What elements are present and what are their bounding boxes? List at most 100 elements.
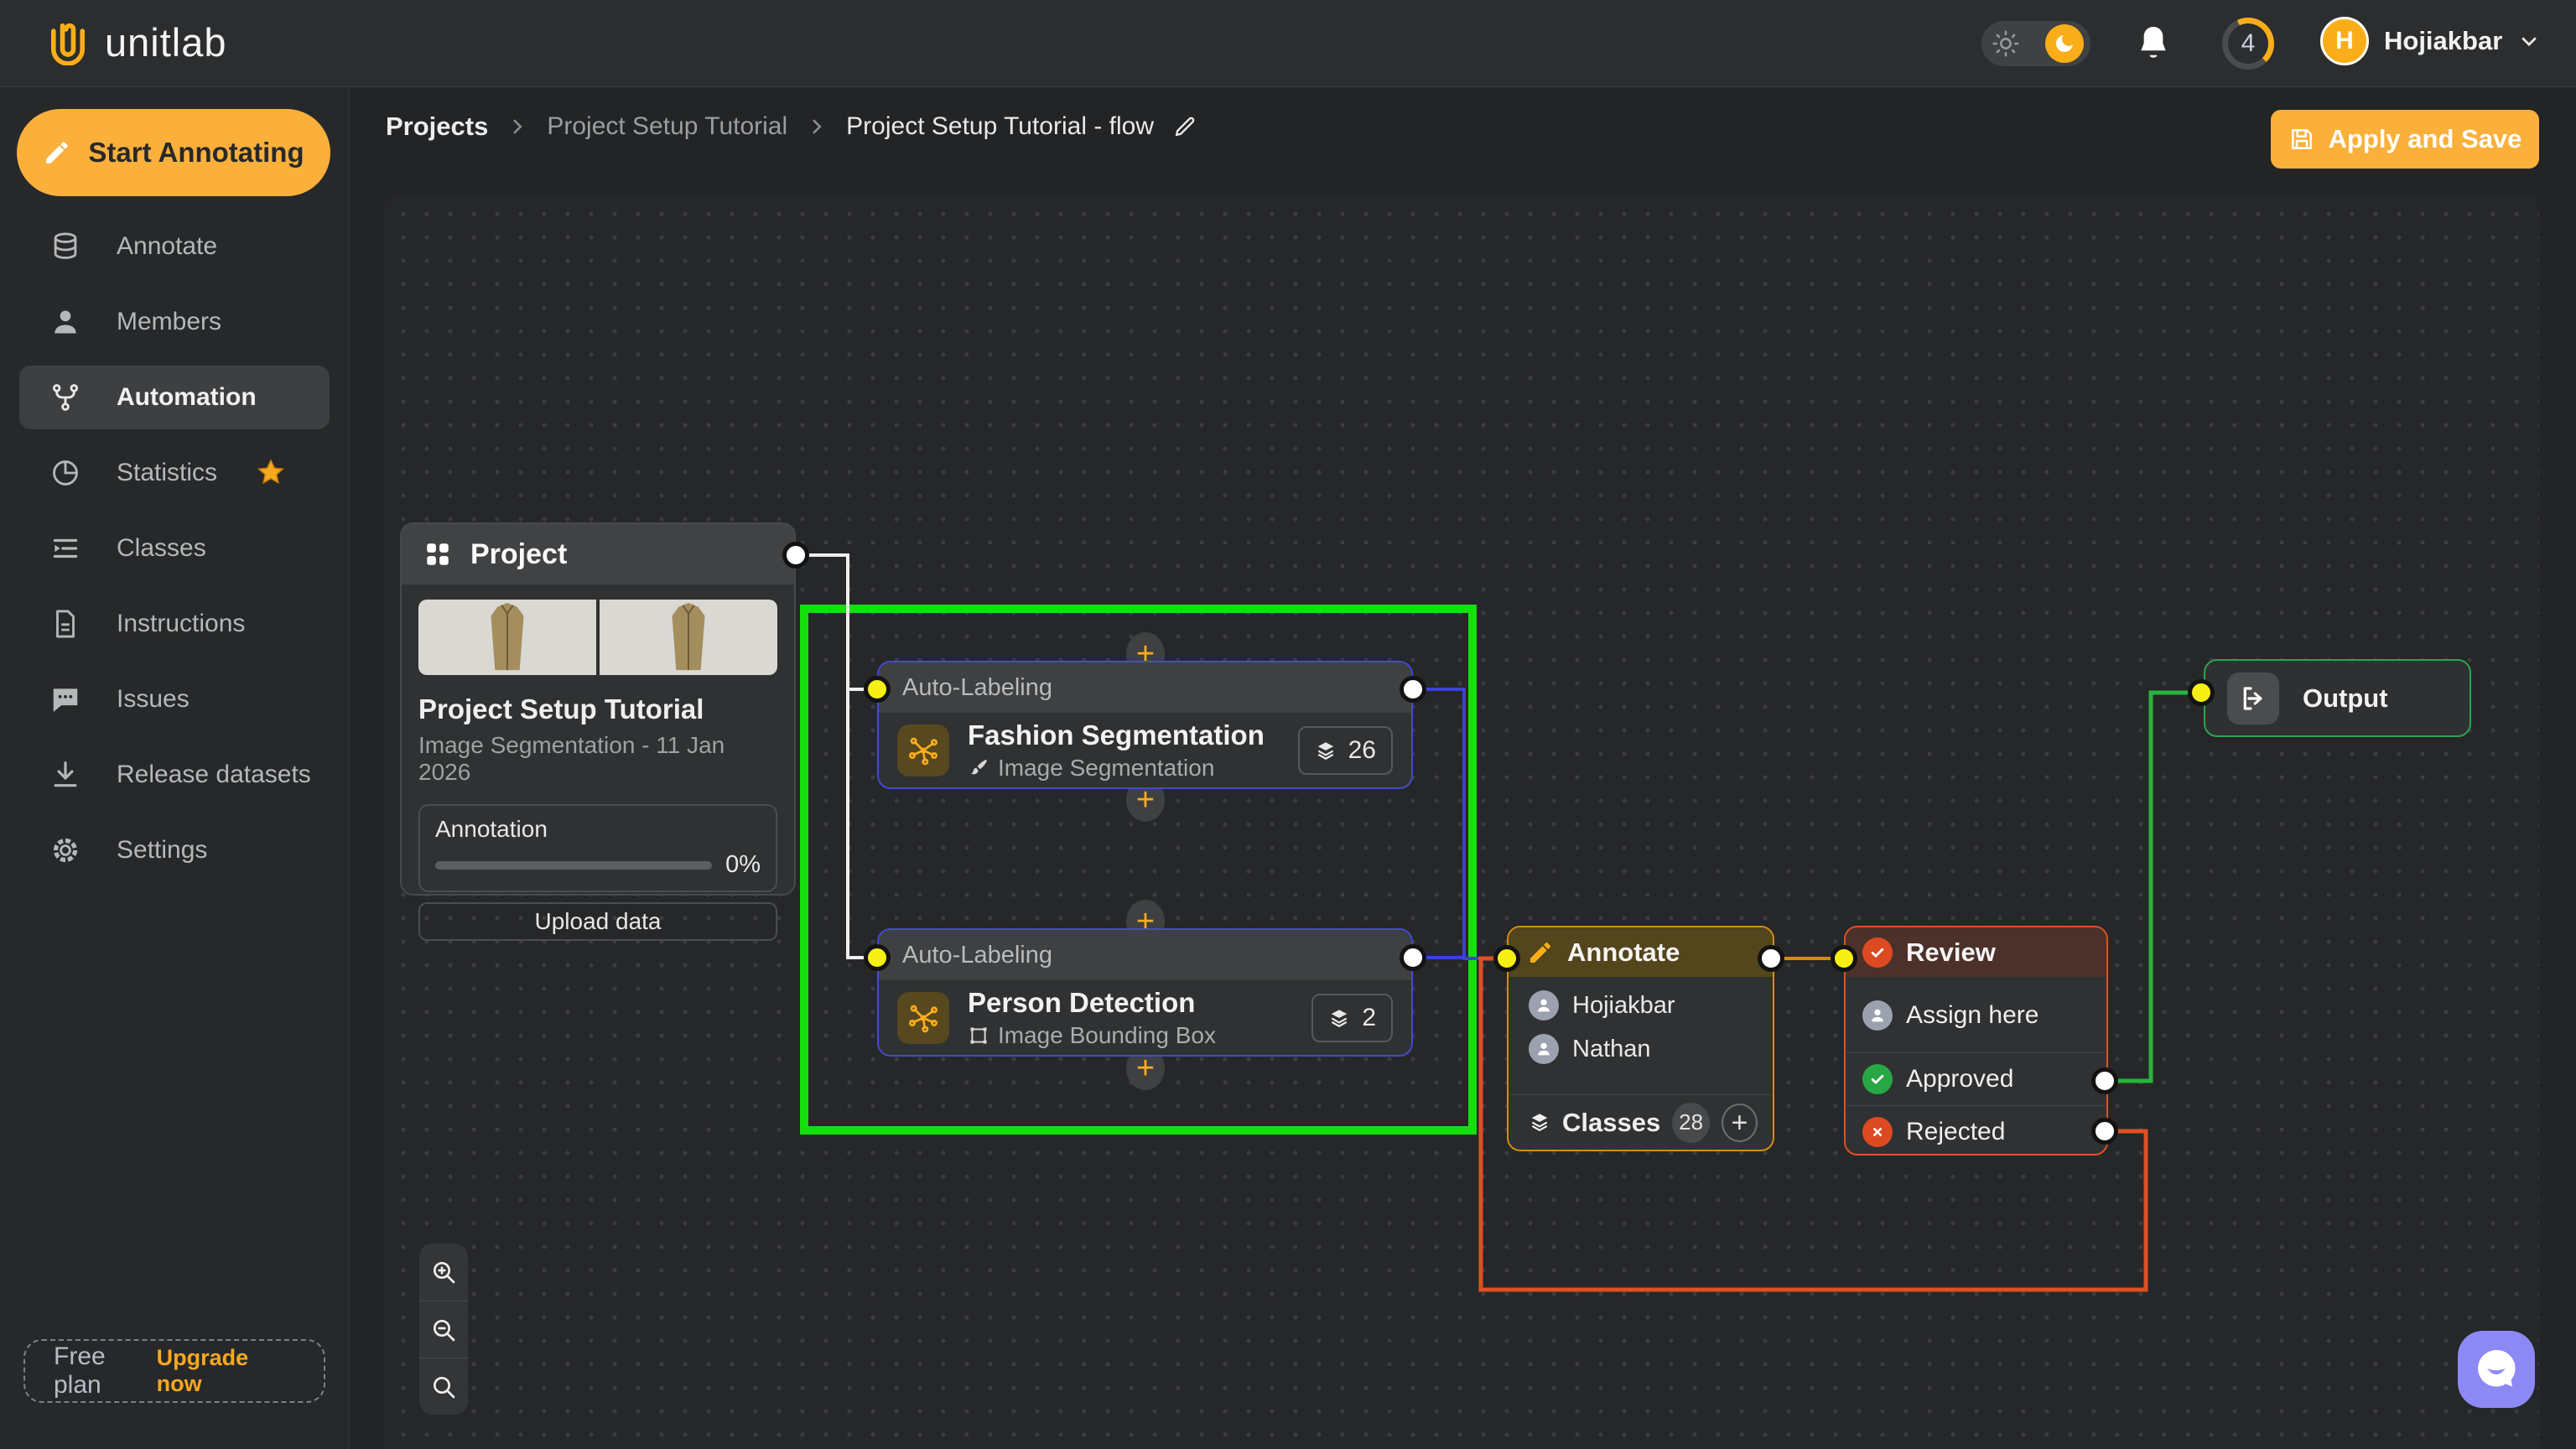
chat-bubble-icon (49, 683, 81, 715)
grid-icon (423, 540, 452, 569)
layers-icon (1315, 740, 1337, 761)
notification-bell-icon[interactable] (2135, 23, 2172, 64)
model-title: Fashion Segmentation (968, 719, 1265, 751)
rejected-label: Rejected (1906, 1118, 2005, 1146)
annotate-node-title: Annotate (1567, 937, 1680, 968)
sidebar-item-members[interactable]: Members (19, 290, 330, 354)
start-annotating-button[interactable]: Start Annotating (17, 109, 330, 196)
sidebar-item-settings[interactable]: Settings (19, 818, 330, 882)
port-fashion-out[interactable] (1400, 676, 1426, 703)
logo[interactable]: unitlab (46, 18, 227, 65)
breadcrumb-current: Project Setup Tutorial - flow (846, 112, 1154, 141)
review-check-icon (1862, 937, 1893, 968)
port-output-in[interactable] (2188, 679, 2215, 706)
apply-and-save-label: Apply and Save (2329, 124, 2522, 154)
user-name: Hojiakbar (2384, 26, 2502, 56)
sidebar-item-label: Instructions (117, 610, 245, 638)
download-icon (49, 759, 81, 791)
auto-labeling-node-fashion[interactable]: Auto-Labeling Fashion Segmentation Image… (877, 661, 1413, 789)
port-project-out[interactable] (782, 542, 809, 569)
model-title: Person Detection (968, 987, 1216, 1019)
avatar: H (2320, 17, 2369, 65)
document-icon (49, 608, 81, 640)
classes-count-badge[interactable]: 26 (1298, 726, 1393, 775)
plan-label: Free plan (54, 1343, 157, 1400)
port-person-out[interactable] (1400, 944, 1426, 971)
port-rejected-out[interactable] (2091, 1118, 2118, 1145)
auto-labeling-node-person[interactable]: Auto-Labeling Person Detection Image Bou… (877, 928, 1413, 1057)
sidebar-item-automation[interactable]: Automation (19, 366, 330, 429)
breadcrumb-project[interactable]: Project Setup Tutorial (547, 112, 787, 141)
model-type: Image Segmentation (998, 755, 1214, 782)
assign-row[interactable]: Assign here (1846, 989, 2106, 1042)
progress-bar (435, 861, 712, 870)
sidebar-item-classes[interactable]: Classes (19, 517, 330, 580)
list-icon (49, 532, 81, 564)
port-review-in[interactable] (1831, 945, 1857, 972)
sidebar-item-label: Automation (117, 383, 257, 412)
project-meta: Image Segmentation - 11 Jan 2026 (418, 732, 777, 786)
port-fashion-in[interactable] (864, 676, 891, 703)
sidebar-item-statistics[interactable]: Statistics (19, 441, 330, 505)
output-node[interactable]: Output (2204, 659, 2471, 737)
edit-flow-name-icon[interactable] (1172, 114, 1197, 139)
sidebar-item-annotate[interactable]: Annotate (19, 215, 330, 278)
project-node-title: Project (470, 538, 567, 571)
review-node[interactable]: Review Assign here Approved Rejected (1844, 926, 2108, 1156)
pencil-icon (1527, 939, 1554, 966)
classes-count-badge: 28 (1672, 1103, 1710, 1143)
zoom-in-button[interactable] (419, 1244, 468, 1301)
project-node[interactable]: Project Project Setup Tutorial Image Seg… (400, 522, 796, 896)
sidebar-item-label: Release datasets (117, 761, 311, 789)
port-annotate-in[interactable] (1493, 945, 1520, 972)
gear-icon (49, 834, 81, 866)
sidebar-item-label: Statistics (117, 459, 217, 487)
port-annotate-out[interactable] (1758, 945, 1784, 972)
add-class-button[interactable]: + (1722, 1104, 1758, 1142)
sidebar-item-label: Classes (117, 534, 206, 563)
upgrade-link[interactable]: Upgrade now (157, 1345, 295, 1397)
layers-icon (1529, 1111, 1550, 1135)
theme-toggle[interactable] (1981, 21, 2090, 66)
port-approved-out[interactable] (2091, 1067, 2118, 1094)
port-person-in[interactable] (864, 944, 891, 971)
sidebar-item-issues[interactable]: Issues (19, 667, 330, 731)
assignee-row[interactable]: Nathan (1509, 1034, 1773, 1064)
classes-count: 26 (1348, 736, 1376, 765)
flow-canvas[interactable]: + + + + Project Project Setup Tutorial I… (383, 194, 2539, 1449)
review-node-title: Review (1906, 937, 1996, 968)
sidebar-item-label: Annotate (117, 232, 217, 261)
rejected-x-icon (1862, 1117, 1893, 1147)
pencil-icon (43, 138, 71, 167)
assignee-row[interactable]: Hojiakbar (1509, 990, 1773, 1021)
annotate-node[interactable]: Annotate Hojiakbar Nathan Classes 28 + (1507, 926, 1774, 1151)
approved-row[interactable]: Approved (1846, 1053, 2106, 1105)
assignee-name: Hojiakbar (1572, 992, 1675, 1020)
export-icon (2227, 673, 2279, 724)
sun-icon (1992, 29, 2020, 58)
usage-progress-ring[interactable]: 4 (2222, 18, 2274, 70)
user-menu[interactable]: H Hojiakbar (2320, 17, 2541, 65)
save-icon (2288, 126, 2315, 153)
sidebar-item-release-datasets[interactable]: Release datasets (19, 743, 330, 807)
chevron-right-icon (506, 116, 528, 138)
chevron-right-icon (806, 116, 828, 138)
plan-box: Free plan Upgrade now (23, 1339, 325, 1403)
brush-icon (968, 757, 989, 779)
sidebar-item-instructions[interactable]: Instructions (19, 592, 330, 656)
chat-launcher-button[interactable] (2458, 1331, 2535, 1408)
apply-and-save-button[interactable]: Apply and Save (2271, 110, 2539, 169)
breadcrumb-projects[interactable]: Projects (386, 112, 488, 142)
upload-data-button[interactable]: Upload data (418, 902, 777, 941)
classes-count-badge[interactable]: 2 (1311, 994, 1393, 1042)
zoom-out-button[interactable] (419, 1301, 468, 1358)
star-badge-icon (256, 458, 286, 488)
classes-label: Classes (1562, 1108, 1660, 1138)
logo-text: unitlab (105, 19, 227, 65)
zoom-reset-button[interactable] (419, 1358, 468, 1415)
rejected-row[interactable]: Rejected (1846, 1106, 2106, 1158)
assignee-name: Nathan (1572, 1036, 1651, 1063)
approved-check-icon (1862, 1064, 1893, 1094)
annotation-progress-box: Annotation 0% (418, 804, 777, 892)
avatar-icon (1862, 1000, 1893, 1031)
